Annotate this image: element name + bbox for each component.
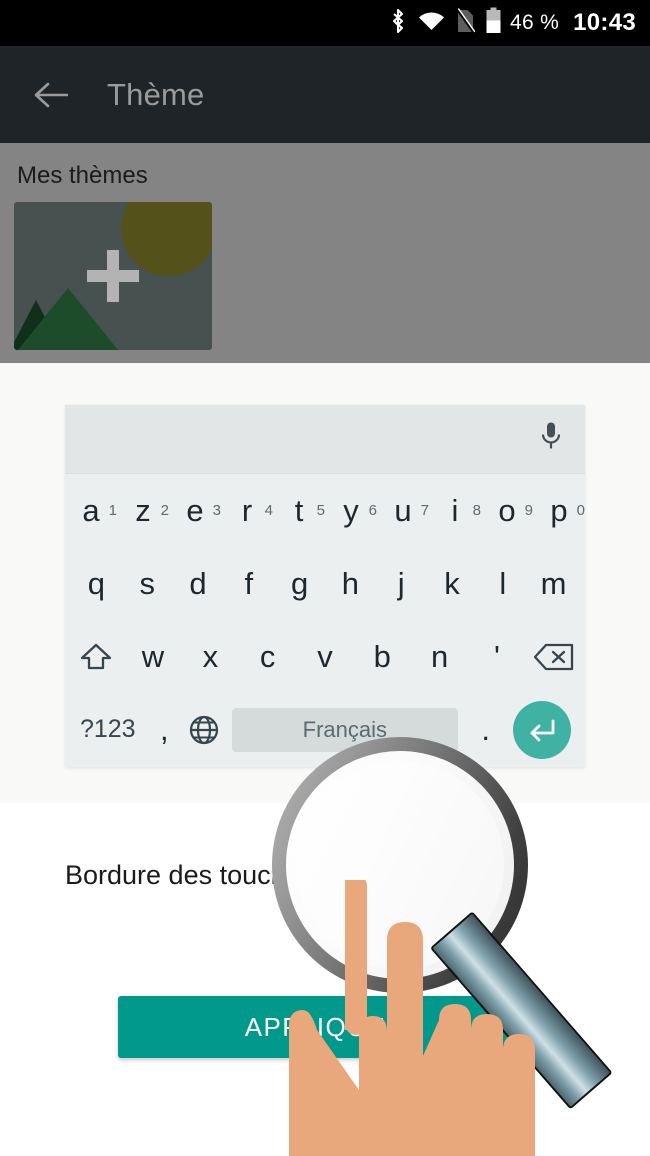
key-u-label: u bbox=[394, 492, 412, 528]
key-l[interactable]: l bbox=[477, 566, 528, 602]
page-title: Thème bbox=[107, 76, 205, 112]
key-y-label: y bbox=[343, 492, 359, 528]
status-icons bbox=[388, 7, 502, 40]
bluetooth-icon bbox=[388, 7, 408, 40]
key-a-number: 1 bbox=[108, 501, 117, 519]
keyboard-row-3: w x c v b n ' bbox=[65, 620, 585, 693]
pointing-hand-icon bbox=[245, 880, 565, 1156]
clock: 10:43 bbox=[573, 9, 636, 36]
key-i-label: i bbox=[451, 492, 459, 528]
phone-screen: 46 % 10:43 Thème Mes thèmes 1 a 2 z 3 e … bbox=[0, 0, 650, 1156]
keyboard-row-1: 1a 2z 3e 4r 5t 6y 7u 8i 9o 0p bbox=[65, 474, 585, 547]
key-p[interactable]: 0p bbox=[533, 493, 585, 529]
comma-key[interactable]: , bbox=[145, 712, 185, 748]
plus-icon-vertical bbox=[107, 250, 119, 302]
battery-icon bbox=[485, 7, 502, 39]
key-a-label: a bbox=[82, 492, 100, 528]
key-s[interactable]: s bbox=[122, 566, 173, 602]
keyboard-preview: 1a 2z 3e 4r 5t 6y 7u 8i 9o 0p q s d f g … bbox=[65, 405, 585, 767]
key-e-number: 3 bbox=[212, 501, 221, 519]
theme-sun-shape bbox=[121, 202, 212, 276]
key-c[interactable]: c bbox=[239, 639, 296, 675]
key-e[interactable]: 3e bbox=[169, 493, 221, 529]
key-e-label: e bbox=[186, 492, 204, 528]
globe-icon[interactable] bbox=[184, 714, 224, 746]
keyboard-row-4: ?123 , Français . bbox=[65, 693, 585, 766]
key-r-number: 4 bbox=[264, 501, 273, 519]
status-bar: 46 % 10:43 bbox=[0, 0, 650, 46]
my-themes-section: Mes thèmes bbox=[0, 143, 650, 363]
key-o-number: 9 bbox=[524, 501, 533, 519]
key-j[interactable]: j bbox=[376, 566, 427, 602]
key-g[interactable]: g bbox=[274, 566, 325, 602]
app-bar: Thème bbox=[0, 46, 650, 143]
key-q[interactable]: q bbox=[71, 566, 122, 602]
key-z-number: 2 bbox=[160, 501, 169, 519]
key-n[interactable]: n bbox=[411, 639, 468, 675]
key-apostrophe[interactable]: ' bbox=[468, 639, 525, 675]
key-y[interactable]: 6y bbox=[325, 493, 377, 529]
space-key[interactable]: Français bbox=[231, 707, 458, 752]
my-themes-label: Mes thèmes bbox=[17, 162, 148, 189]
backspace-icon[interactable] bbox=[526, 642, 583, 672]
enter-key-wrap bbox=[506, 700, 580, 759]
back-arrow-icon[interactable] bbox=[30, 72, 76, 118]
key-r[interactable]: 4r bbox=[221, 493, 273, 529]
wifi-icon bbox=[418, 10, 445, 37]
symbols-key[interactable]: ?123 bbox=[71, 715, 145, 744]
key-m[interactable]: m bbox=[528, 566, 579, 602]
key-z-label: z bbox=[135, 492, 151, 528]
key-r-label: r bbox=[241, 492, 253, 528]
key-f[interactable]: f bbox=[223, 566, 274, 602]
key-a[interactable]: 1a bbox=[65, 493, 117, 529]
add-theme-card[interactable] bbox=[14, 202, 212, 350]
key-o[interactable]: 9o bbox=[481, 493, 533, 529]
theme-mountain-front bbox=[18, 288, 118, 350]
key-v[interactable]: v bbox=[296, 639, 353, 675]
key-t-number: 5 bbox=[316, 501, 325, 519]
keyboard-row-2: q s d f g h j k l m bbox=[65, 547, 585, 620]
battery-percentage: 46 % bbox=[510, 11, 560, 34]
key-k[interactable]: k bbox=[427, 566, 478, 602]
key-x[interactable]: x bbox=[182, 639, 239, 675]
enter-key[interactable] bbox=[513, 700, 572, 759]
suggestion-strip bbox=[65, 405, 585, 474]
shift-icon[interactable] bbox=[67, 642, 124, 672]
key-o-label: o bbox=[498, 492, 516, 528]
key-z[interactable]: 2z bbox=[117, 493, 169, 529]
key-d[interactable]: d bbox=[173, 566, 224, 602]
key-h[interactable]: h bbox=[325, 566, 376, 602]
sim-off-icon bbox=[455, 7, 476, 39]
key-y-number: 6 bbox=[368, 501, 377, 519]
microphone-icon[interactable] bbox=[539, 421, 563, 458]
period-key[interactable]: . bbox=[466, 712, 506, 748]
key-b[interactable]: b bbox=[354, 639, 411, 675]
key-i-number: 8 bbox=[472, 501, 481, 519]
key-w[interactable]: w bbox=[124, 639, 181, 675]
key-p-label: p bbox=[550, 492, 568, 528]
key-t[interactable]: 5t bbox=[273, 493, 325, 529]
key-p-number: 0 bbox=[576, 501, 585, 519]
key-t-label: t bbox=[294, 492, 304, 528]
key-u[interactable]: 7u bbox=[377, 493, 429, 529]
key-i[interactable]: 8i bbox=[429, 493, 481, 529]
key-u-number: 7 bbox=[420, 501, 429, 519]
